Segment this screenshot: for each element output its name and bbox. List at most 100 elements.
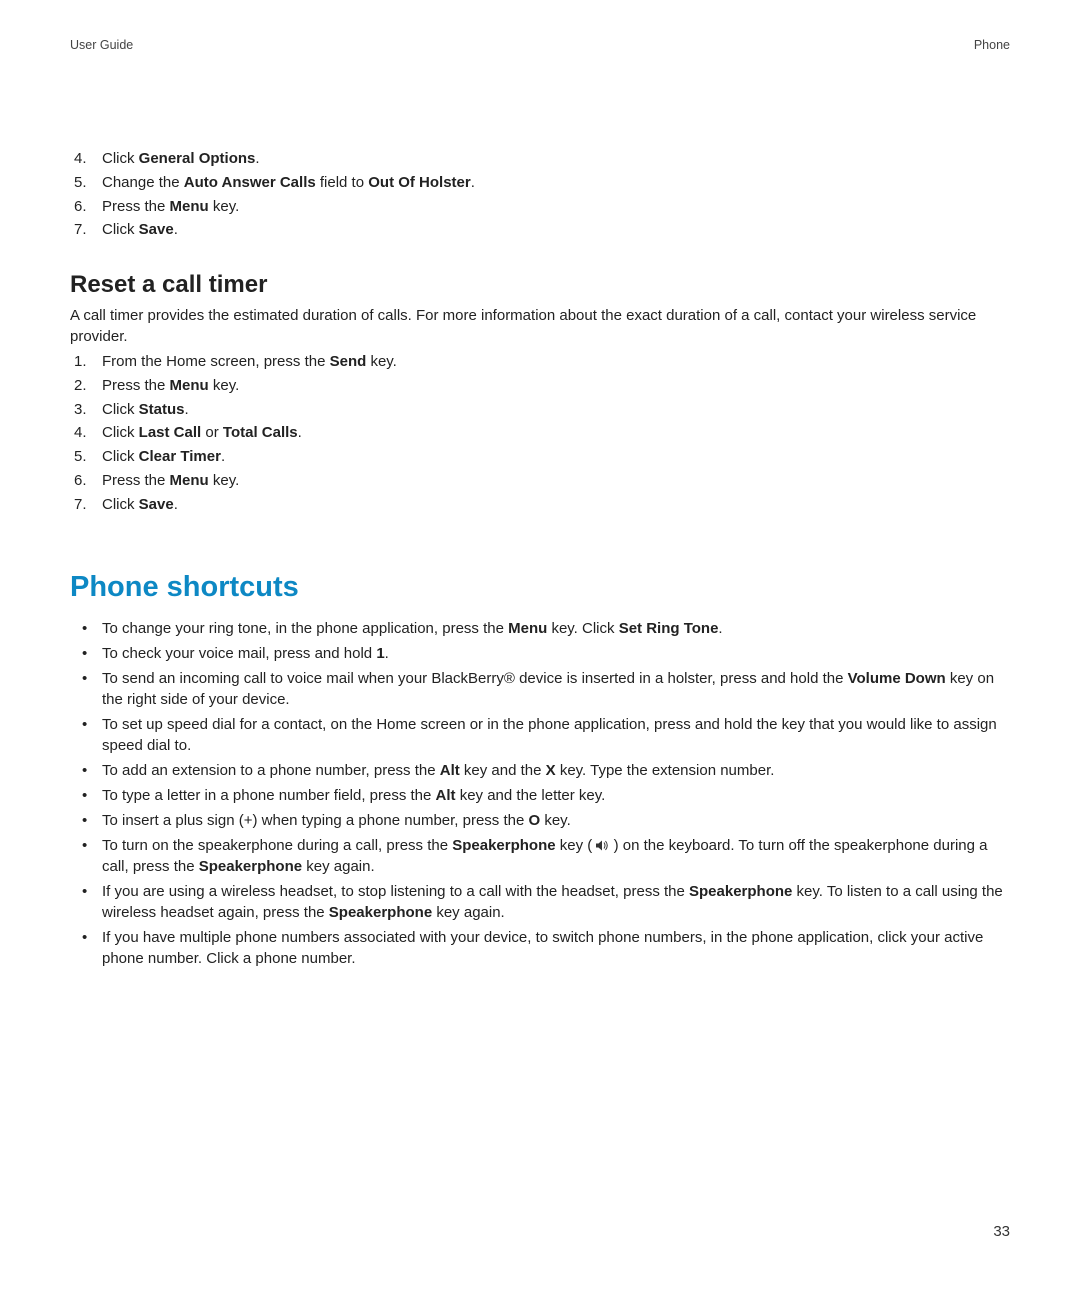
text-run: key. [209,472,240,489]
list-number: 2. [74,375,87,397]
list-item-body: Click Clear Timer. [102,448,225,465]
page-container: User Guide Phone 4. Click General Options… [0,0,1080,1296]
text-run: key again. [432,904,505,921]
list-item-body: Click General Options. [102,150,260,167]
list-number: 3. [74,399,87,421]
text-run: Click [102,448,139,465]
list-item: If you have multiple phone numbers assoc… [70,927,1010,969]
text-run: . [255,150,259,167]
text-run: Click [102,401,139,418]
list-item-body: From the Home screen, press the Send key… [102,353,397,370]
text-run: or [201,424,223,441]
bold-term: Menu [170,472,209,489]
bold-term: Set Ring Tone [619,620,719,637]
text-run: To set up speed dial for a contact, on t… [102,716,997,754]
text-run: Press the [102,198,170,215]
bold-term: Speakerphone [329,904,432,921]
heading-phone-shortcuts: Phone shortcuts [70,571,1010,604]
list-item: To change your ring tone, in the phone a… [70,618,1010,639]
text-run: . [174,496,178,513]
text-run: . [718,620,722,637]
text-run: key. [366,353,397,370]
list-item: To type a letter in a phone number field… [70,785,1010,806]
bold-term: X [546,762,556,779]
text-run: . [221,448,225,465]
bold-term: Last Call [139,424,202,441]
ordered-list-continued: 4. Click General Options. 5. Change the Aut… [70,148,1010,241]
text-run: . [471,174,475,191]
list-item: 3. Click Status. [70,399,1010,421]
list-item-body: Press the Menu key. [102,377,239,394]
bold-term: Total Calls [223,424,298,441]
text-run: Click [102,150,139,167]
bold-term: O [529,812,541,829]
text-run: To turn on the speakerphone during a cal… [102,837,452,854]
bold-term: Menu [508,620,547,637]
list-item: 5.Click Clear Timer. [70,446,1010,468]
bold-term: Clear Timer [139,448,221,465]
text-run: Press the [102,377,170,394]
bold-term: 1 [376,645,384,662]
text-run: If you are using a wireless headset, to … [102,883,689,900]
bold-term: Menu [170,198,209,215]
list-item: 6. Press the Menu key. [70,196,1010,218]
text-run: Click [102,221,139,238]
list-number: 1. [74,351,87,373]
text-run: key again. [302,858,375,875]
list-number: 4. [74,422,87,444]
list-item: 6. Press the Menu key. [70,470,1010,492]
text-run: To check your voice mail, press and hold [102,645,376,662]
text-run: . [385,645,389,662]
text-run: key. [209,377,240,394]
list-item: If you are using a wireless headset, to … [70,881,1010,923]
bold-term: Save [139,221,174,238]
header-left: User Guide [70,38,133,52]
text-run: key and the [460,762,546,779]
list-item: 7.Click Save. [70,494,1010,516]
paragraph-call-timer-intro: A call timer provides the estimated dura… [70,305,1010,347]
bold-term: Send [330,353,367,370]
list-number: 7. [74,494,87,516]
list-item: 2. Press the Menu key. [70,375,1010,397]
list-item-body: Press the Menu key. [102,198,239,215]
text-run: Change the [102,174,184,191]
list-number: 6. [74,196,87,218]
page-header: User Guide Phone [70,38,1010,52]
bold-term: Auto Answer Calls [184,174,316,191]
bold-term: Speakerphone [199,858,302,875]
bold-term: Save [139,496,174,513]
list-item: 5.Change the Auto Answer Calls field to … [70,172,1010,194]
list-item-body: Click Status. [102,401,189,418]
list-number: 5. [74,172,87,194]
list-number: 4. [74,148,87,170]
text-run: key. [209,198,240,215]
bold-term: Alt [440,762,460,779]
list-number: 6. [74,470,87,492]
list-item: To turn on the speakerphone during a cal… [70,835,1010,877]
bold-term: Out Of Holster [368,174,471,191]
list-item: To add an extension to a phone number, p… [70,760,1010,781]
list-item: 4. Click General Options. [70,148,1010,170]
speaker-icon [596,840,609,851]
list-item: 1. From the Home screen, press the Send k… [70,351,1010,373]
list-item: 4. Click Last Call or Total Calls. [70,422,1010,444]
bold-term: Volume Down [848,670,946,687]
list-item-body: Click Save. [102,221,178,238]
list-item: To insert a plus sign (+) when typing a … [70,810,1010,831]
heading-reset-call-timer: Reset a call timer [70,271,1010,299]
list-item-body: Click Last Call or Total Calls. [102,424,302,441]
list-item: 7.Click Save. [70,219,1010,241]
text-run: . [174,221,178,238]
text-run: To add an extension to a phone number, p… [102,762,440,779]
text-run: To send an incoming call to voice mail w… [102,670,848,687]
header-right: Phone [974,38,1010,52]
text-run: key. Click [547,620,618,637]
ordered-list-reset-timer: 1. From the Home screen, press the Send k… [70,351,1010,515]
text-run: To insert a plus sign (+) when typing a … [102,812,529,829]
bold-term: Alt [436,787,456,804]
text-run: key. [540,812,571,829]
text-run: Press the [102,472,170,489]
bold-term: General Options [139,150,256,167]
list-item: To set up speed dial for a contact, on t… [70,714,1010,756]
text-run: From the Home screen, press the [102,353,330,370]
